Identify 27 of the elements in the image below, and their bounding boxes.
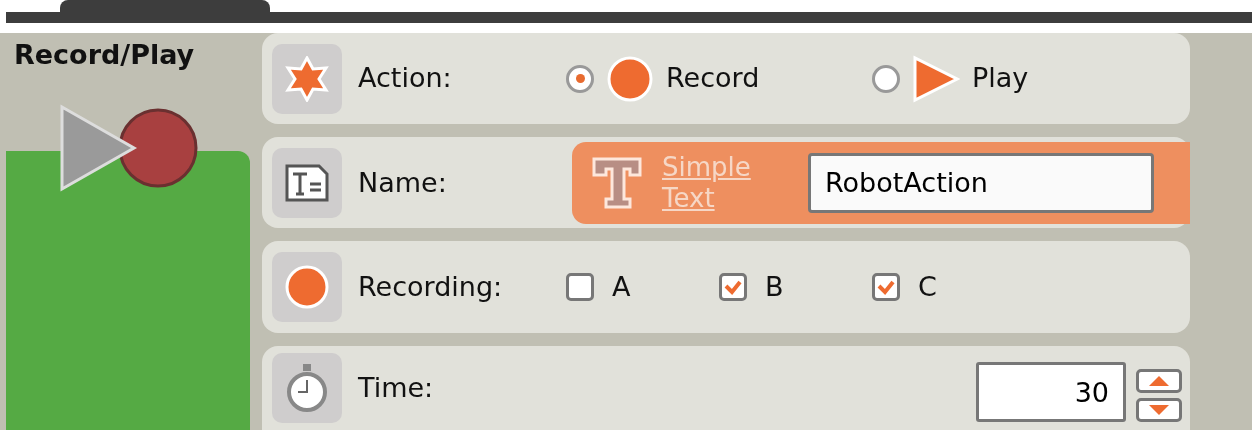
decrement-button[interactable]	[1136, 398, 1182, 422]
checkbox[interactable]	[566, 273, 594, 302]
checkbox[interactable]	[719, 273, 747, 302]
time-input-field[interactable]: 30	[976, 362, 1126, 422]
increment-button[interactable]	[1136, 369, 1182, 393]
port-label: C	[918, 269, 937, 304]
down-arrow-icon	[1149, 405, 1169, 415]
option-label: Play	[972, 61, 1029, 96]
option-label: Record	[666, 61, 760, 96]
record-icon	[606, 54, 654, 103]
name-input-field[interactable]: RobotAction	[808, 152, 1154, 213]
checkbox[interactable]	[872, 273, 900, 302]
block-title: Record/Play	[13, 38, 196, 72]
stopwatch-icon	[272, 352, 342, 423]
field-label: Name:	[357, 165, 448, 200]
up-arrow-icon	[1149, 376, 1169, 386]
field-label: Recording:	[357, 269, 504, 304]
port-label: A	[612, 269, 631, 304]
field-label: Time:	[357, 370, 435, 405]
port-label: B	[765, 269, 784, 304]
check-icon	[724, 279, 742, 296]
play-icon	[912, 54, 960, 103]
text-document-icon	[272, 147, 342, 218]
radio-button[interactable]	[566, 64, 594, 93]
field-label: Action:	[357, 61, 453, 96]
radio-button[interactable]	[872, 64, 900, 93]
check-icon	[877, 279, 895, 296]
